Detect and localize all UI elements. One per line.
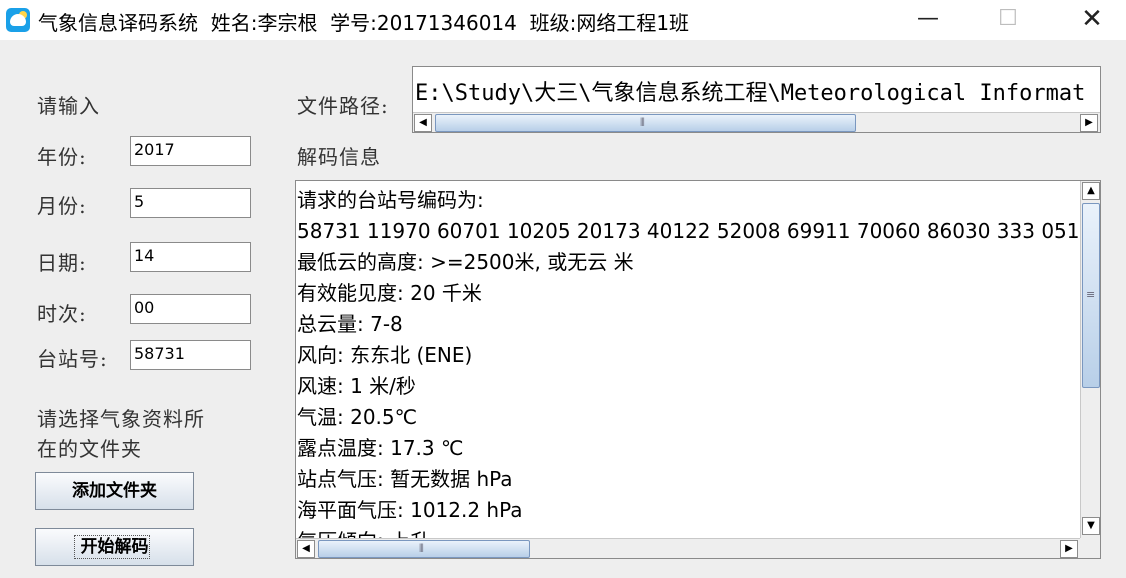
- month-input[interactable]: 5: [130, 188, 251, 218]
- minimize-button[interactable]: —: [898, 0, 958, 40]
- scroll-up-arrow-icon[interactable]: ▲: [1082, 182, 1100, 200]
- folder-prompt-line1: 请选择气象资料所: [37, 407, 205, 431]
- decode-line: 有效能见度: 20 千米: [297, 281, 482, 305]
- month-label: 月份:: [37, 194, 87, 218]
- hour-label: 时次:: [37, 302, 87, 326]
- station-input[interactable]: 58731: [130, 340, 251, 370]
- scroll-thumb[interactable]: ⦀: [435, 114, 856, 132]
- decode-line: 露点温度: 17.3 ℃: [297, 436, 464, 460]
- scroll-right-arrow-icon[interactable]: ▶: [1060, 540, 1078, 558]
- start-decode-label: 开始解码: [80, 537, 149, 557]
- file-path-value: E:\Study\大三\气象信息系统工程\Meteorological Info…: [415, 81, 1086, 106]
- decode-line: 最低云的高度: >=2500米, 或无云 米: [297, 250, 634, 274]
- decode-info-hscrollbar[interactable]: ◀ ⦀ ▶: [296, 538, 1080, 558]
- weather-app-icon: [6, 8, 30, 32]
- decode-info-label: 解码信息: [297, 145, 381, 169]
- maximize-button[interactable]: ☐: [978, 0, 1038, 40]
- decode-info-content: 请求的台站号编码为: 58731 11970 60701 10205 20173…: [297, 185, 1080, 557]
- decode-line: 站点气压: 暂无数据 hPa: [297, 467, 513, 491]
- file-path-hscrollbar[interactable]: ◀ ⦀ ▶: [413, 112, 1100, 132]
- decode-line: 58731 11970 60701 10205 20173 40122 5200…: [297, 219, 1080, 243]
- decode-info-textarea[interactable]: 请求的台站号编码为: 58731 11970 60701 10205 20173…: [295, 180, 1101, 559]
- hour-input[interactable]: 00: [130, 294, 251, 324]
- day-input[interactable]: 14: [130, 242, 251, 272]
- scroll-down-arrow-icon[interactable]: ▼: [1082, 517, 1100, 535]
- horizontal-scroll-thumb[interactable]: ⦀: [318, 540, 530, 558]
- input-heading: 请输入: [37, 94, 100, 118]
- scroll-left-arrow-icon[interactable]: ◀: [297, 540, 315, 558]
- file-path-label: 文件路径:: [297, 94, 389, 118]
- decode-info-vscrollbar[interactable]: ▲ ≡ ▼: [1080, 181, 1100, 538]
- add-folder-button[interactable]: 添加文件夹: [35, 472, 194, 510]
- year-label: 年份:: [37, 145, 87, 169]
- decode-line: 风速: 1 米/秒: [297, 374, 416, 398]
- year-input[interactable]: 2017: [130, 136, 251, 166]
- title-bar: 气象信息译码系统 姓名:李宗根 学号:20171346014 班级:网络工程1班…: [0, 0, 1126, 40]
- decode-line: 海平面气压: 1012.2 hPa: [297, 498, 523, 522]
- scroll-left-arrow-icon[interactable]: ◀: [414, 114, 432, 132]
- scroll-right-arrow-icon[interactable]: ▶: [1080, 114, 1098, 132]
- close-button[interactable]: ✕: [1062, 0, 1122, 40]
- decode-line: 总云量: 7-8: [297, 312, 403, 336]
- vertical-scroll-thumb[interactable]: ≡: [1082, 203, 1100, 388]
- day-label: 日期:: [37, 251, 87, 275]
- station-label: 台站号:: [37, 347, 108, 371]
- decode-line: 请求的台站号编码为:: [297, 188, 484, 212]
- file-path-field[interactable]: E:\Study\大三\气象信息系统工程\Meteorological Info…: [412, 66, 1101, 133]
- decode-line: 气温: 20.5℃: [297, 405, 418, 429]
- decode-line: 风向: 东东北 (ENE): [297, 343, 473, 367]
- folder-prompt-line2: 在的文件夹: [37, 437, 142, 461]
- window-title: 气象信息译码系统 姓名:李宗根 学号:20171346014 班级:网络工程1班: [38, 11, 690, 35]
- start-decode-button[interactable]: 开始解码: [35, 528, 194, 566]
- scrollbar-corner: [1080, 538, 1100, 558]
